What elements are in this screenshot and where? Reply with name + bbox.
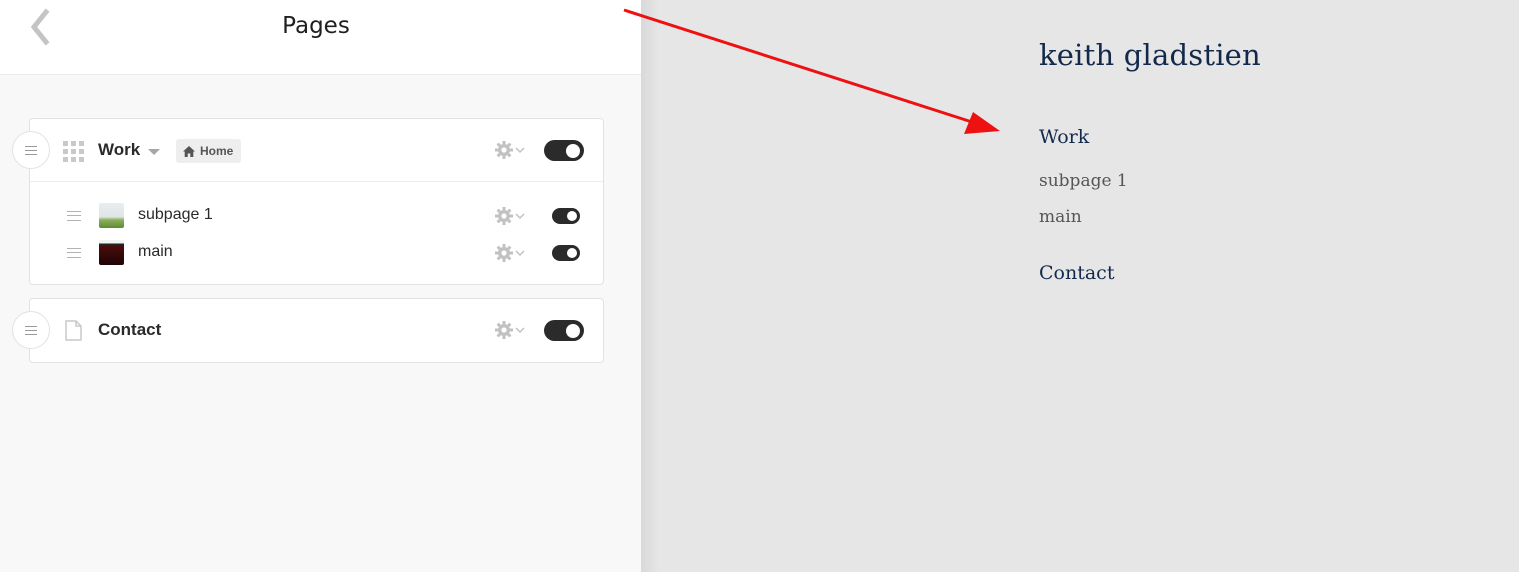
preview-edge-shadow (641, 0, 659, 572)
panel-header: Pages (0, 0, 641, 75)
page-group-work: Work Home subpage 1 main (12, 118, 604, 285)
page-title-work: Work (98, 140, 141, 159)
visibility-toggle[interactable] (552, 208, 580, 224)
nav-link-work[interactable]: Work (1039, 126, 1089, 148)
subpage-row[interactable]: main (30, 235, 603, 271)
settings-gear-button[interactable] (494, 140, 528, 160)
site-title[interactable]: keith gladstien (1039, 38, 1261, 72)
landscape-thumbnail (99, 203, 124, 228)
settings-gear-button[interactable] (494, 243, 528, 263)
panel-title: Pages (282, 13, 350, 39)
home-badge: Home (176, 139, 242, 163)
pages-panel: Pages Work Home subpage 1 main Contact (0, 0, 641, 572)
nav-link-subpage-1[interactable]: subpage 1 (1039, 171, 1128, 191)
subpage-label: main (138, 243, 173, 260)
nav-link-main[interactable]: main (1039, 207, 1082, 227)
page-title-contact: Contact (98, 320, 162, 339)
subpage-row[interactable]: subpage 1 (30, 198, 603, 234)
gear-icon (495, 244, 525, 262)
drag-lines-icon (25, 146, 37, 155)
page-row-contact[interactable]: Contact (12, 299, 603, 362)
drag-handle[interactable] (12, 311, 50, 349)
drag-handle-icon[interactable] (67, 211, 81, 221)
drag-lines-icon (25, 326, 37, 335)
gear-icon (495, 321, 525, 339)
visibility-toggle[interactable] (552, 245, 580, 261)
drag-handle[interactable] (12, 131, 50, 169)
dark-thumbnail (99, 240, 124, 265)
drag-handle-icon[interactable] (67, 248, 81, 258)
subpage-label: subpage 1 (138, 206, 213, 223)
page-icon (65, 320, 82, 341)
home-badge-label: Home (200, 144, 234, 158)
gear-icon (495, 207, 525, 225)
settings-gear-button[interactable] (494, 320, 528, 340)
settings-gear-button[interactable] (494, 206, 528, 226)
grid-icon (63, 141, 84, 162)
gear-icon (495, 141, 525, 159)
page-row-work[interactable]: Work Home (12, 119, 603, 182)
nav-link-contact[interactable]: Contact (1039, 262, 1114, 284)
home-icon (183, 145, 195, 157)
visibility-toggle[interactable] (544, 140, 584, 161)
visibility-toggle[interactable] (544, 320, 584, 341)
page-group-contact: Contact (12, 298, 604, 363)
caret-down-icon[interactable] (148, 149, 160, 155)
